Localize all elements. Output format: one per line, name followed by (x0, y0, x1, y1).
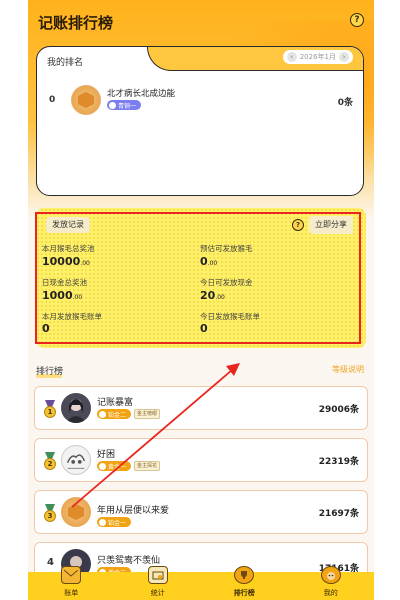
leaderboard-row[interactable]: 1 记账暴富 铂金二 金主榜眼 29006条 (34, 386, 368, 430)
silver-medal-icon: 2 (43, 452, 57, 470)
stat-value: 10000.00 (42, 255, 90, 268)
level-badge: 铂金二 (97, 409, 132, 419)
phone-screen: 记账排行榜 ? 我的排名 ‹ 2026年1月 › 0 北才病长北成边能 青铜一 … (28, 0, 374, 600)
level-badge: 青铜一 (107, 100, 142, 110)
record-count: 29006条 (318, 405, 359, 415)
rank-number: 4 (47, 557, 54, 568)
stat-value: 0.00 (200, 255, 218, 268)
stat-label: 今日发放猴毛账单 (200, 312, 260, 321)
avatar[interactable] (61, 497, 91, 527)
stat-label: 今日可发放现金 (200, 278, 253, 287)
bonus-help-icon[interactable]: ? (292, 219, 304, 231)
stat-label: 本月猴毛总奖池 (42, 244, 95, 253)
trophy-icon (234, 566, 255, 584)
stat-label: 预估可发放猴毛 (200, 244, 253, 253)
page-title: 记账排行榜 (38, 14, 114, 32)
username: 只羡鸳鸯不羡仙 (97, 556, 161, 566)
nav-bills[interactable]: 账单 (28, 566, 115, 600)
my-username: 北才病长北成边能 (107, 89, 176, 99)
title-tag: 金主探花 (134, 461, 161, 471)
record-count: 21697条 (318, 509, 359, 519)
nav-stats[interactable]: 统计 (115, 566, 202, 600)
level-badge: 黄金一 (97, 461, 132, 471)
record-count: 22319条 (318, 457, 359, 467)
title-tag: 金主榜眼 (134, 409, 161, 419)
stat-value: 1000.00 (42, 289, 83, 302)
prev-month-icon[interactable]: ‹ (286, 52, 297, 62)
month-value: 2026年1月 (299, 53, 336, 61)
my-rank-row: 0 北才病长北成边能 青铜一 0条 (37, 83, 363, 119)
my-record-count: 0条 (337, 98, 353, 108)
my-rank-number: 0 (49, 95, 56, 105)
level-help-link[interactable]: 等级说明 (332, 364, 364, 375)
stat-value: 20.00 (200, 289, 225, 302)
calendar-icon (147, 566, 168, 584)
my-rank-card: 我的排名 ‹ 2026年1月 › 0 北才病长北成边能 青铜一 0条 (36, 46, 364, 196)
bottom-nav: 账单 统计 排行榜 我的 (28, 566, 375, 600)
level-icon (109, 101, 116, 109)
my-avatar[interactable] (71, 85, 101, 115)
avatar[interactable] (61, 445, 91, 475)
month-picker[interactable]: ‹ 2026年1月 › (282, 50, 353, 64)
stat-value: 0 (42, 322, 50, 335)
username: 记账暴富 (97, 398, 134, 408)
avatar[interactable] (61, 393, 91, 423)
envelope-icon (61, 566, 82, 584)
stat-value: 0 (200, 322, 208, 335)
help-icon[interactable]: ? (350, 13, 364, 27)
issue-record-button[interactable]: 发放记录 (46, 217, 90, 233)
leaderboard-title: 排行榜 (36, 367, 64, 377)
bronze-medal-icon: 3 (43, 504, 57, 522)
stat-label: 本月发放猴毛账单 (42, 312, 102, 321)
next-month-icon[interactable]: › (339, 52, 349, 62)
username: 好困 (97, 450, 116, 460)
monkey-face-icon (320, 566, 341, 584)
stat-label: 日现金总奖池 (42, 278, 87, 287)
username: 年用从层便以来爱 (97, 506, 170, 516)
leaderboard-row[interactable]: 2 好困 黄金一 金主探花 22319条 (34, 438, 368, 482)
share-button[interactable]: 立即分享 (309, 216, 353, 234)
nav-profile[interactable]: 我的 (288, 566, 375, 600)
my-rank-label: 我的排名 (47, 58, 84, 68)
level-badge: 铂金一 (97, 517, 132, 527)
nav-leaderboard[interactable]: 排行榜 (201, 566, 288, 600)
gold-medal-icon: 1 (43, 400, 57, 418)
leaderboard-row[interactable]: 3 年用从层便以来爱 铂金一 21697条 (34, 490, 368, 534)
